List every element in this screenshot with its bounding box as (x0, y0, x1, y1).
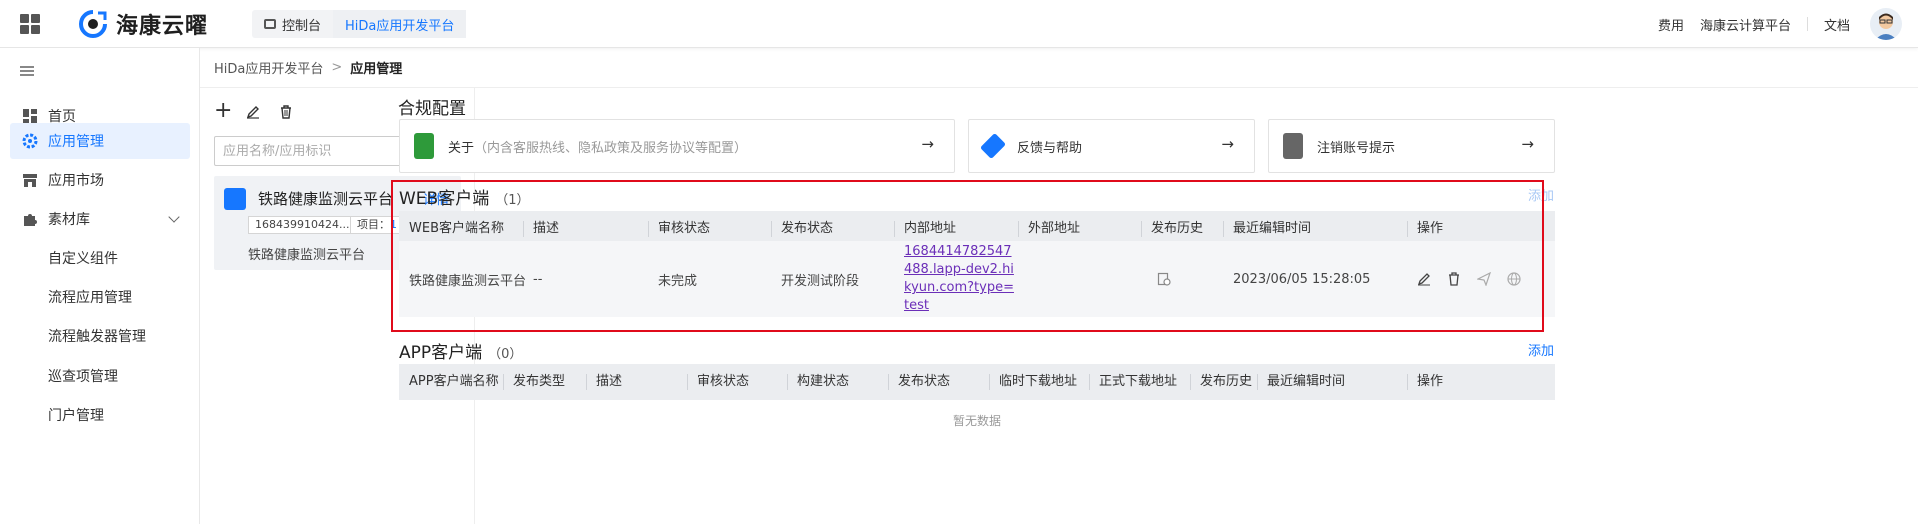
cell-name: 铁路健康监测云平台 (409, 273, 527, 289)
console-label: 控制台 (282, 18, 322, 34)
breadcrumb: HiDa应用开发平台 > 应用管理 (200, 48, 1918, 88)
cell-publish: 开发测试阶段 (781, 273, 860, 289)
deregister-label: 注销账号提示 (1317, 140, 1396, 156)
sidebar-sub-custom-components[interactable]: 自定义组件 (48, 248, 118, 268)
sidebar-item-label: 素材库 (48, 212, 90, 228)
brand-name: 海康云曜 (116, 14, 209, 39)
app-add-link[interactable]: 添加 (1528, 340, 1554, 359)
web-client-count: （1） (495, 193, 530, 208)
breadcrumb-current: 应用管理 (350, 62, 403, 77)
gear-icon (22, 133, 38, 149)
breadcrumb-parent[interactable]: HiDa应用开发平台 (214, 58, 323, 77)
about-card[interactable]: 关于（内含客服热线、隐私政策及服务协议等配置） → (399, 119, 955, 173)
info-icon (414, 133, 434, 159)
internal-address-link[interactable]: 1684414782547488.lapp-dev2.hikyun.com?ty… (904, 243, 1014, 315)
console-crumb[interactable]: 控制台 (252, 10, 333, 38)
col-official-download: 正式下载地址 (1089, 364, 1177, 400)
delete-icon[interactable] (1447, 272, 1461, 286)
puzzle-icon (24, 214, 37, 226)
avatar-icon (1875, 13, 1897, 40)
top-bar: 海康云曜 控制台 HiDa应用开发平台 费用 海康云计算平台 文档 (0, 0, 1918, 48)
app-grid-icon[interactable] (20, 14, 40, 34)
col-temp-download: 临时下载地址 (989, 364, 1077, 400)
col-app-edited: 最近编辑时间 (1257, 364, 1345, 400)
menu-collapse-icon[interactable] (20, 66, 34, 76)
top-right-links: 费用 海康云计算平台 文档 (1658, 0, 1918, 48)
top-breadcrumb: 控制台 HiDa应用开发平台 (252, 10, 467, 38)
history-icon[interactable] (1157, 272, 1171, 286)
app-table-header: APP客户端名称 发布类型 描述 审核状态 构建状态 发布状态 临时下载地址 正… (399, 364, 1555, 400)
edit-icon[interactable] (246, 105, 260, 119)
breadcrumb-separator-icon: > (331, 60, 343, 75)
col-app-review: 审核状态 (687, 364, 749, 400)
sidebar: 首页 应用管理 应用市场 素材库 自定义组件 流程应用管理 流程触发器管理 巡查… (0, 48, 200, 524)
project-label: 项目： (357, 218, 390, 231)
user-avatar[interactable] (1870, 8, 1902, 40)
logo-icon (79, 10, 107, 38)
cell-edited: 2023/06/05 15:28:05 (1233, 271, 1371, 287)
col-publish-type: 发布类型 (503, 364, 565, 400)
about-hint: （内含客服热线、隐私政策及服务协议等配置） (474, 140, 748, 156)
web-client-heading: WEB客户端 (399, 189, 490, 209)
app-name: 铁路健康监测云平台 (258, 190, 394, 208)
about-label: 关于 (448, 140, 475, 156)
sidebar-item-label: 应用管理 (48, 134, 104, 150)
cloud-platform-link[interactable]: 海康云计算平台 (1700, 15, 1791, 34)
app-description: 铁路健康监测云平台 (248, 248, 366, 263)
document-icon (1283, 133, 1303, 159)
brand-logo[interactable]: 海康云曜 (78, 9, 208, 39)
console-icon (264, 19, 276, 29)
send-icon[interactable] (1477, 272, 1491, 286)
feedback-label: 反馈与帮助 (1017, 140, 1083, 156)
col-app-actions: 操作 (1407, 364, 1443, 400)
app-client-count: （0） (488, 347, 523, 362)
table-row: 铁路健康监测云平台 -- 未完成 开发测试阶段 1684414782547488… (399, 241, 1555, 317)
billing-link[interactable]: 费用 (1658, 15, 1684, 34)
app-client-title: APP客户端 （0） (399, 338, 522, 363)
store-icon (23, 174, 37, 187)
web-client-title: WEB客户端 （1） (399, 184, 530, 209)
add-icon[interactable]: + (214, 98, 232, 123)
divider (1806, 17, 1808, 31)
compliance-title: 合规配置 (398, 99, 466, 119)
globe-icon[interactable] (1507, 272, 1521, 286)
arrow-right-icon: → (921, 135, 934, 153)
sidebar-item-materials[interactable]: 素材库 (10, 201, 190, 237)
sidebar-sub-inspection-items[interactable]: 巡查项管理 (48, 366, 118, 386)
project-count: 1 (390, 218, 397, 231)
app-client-heading: APP客户端 (399, 343, 483, 363)
sidebar-item-app-market[interactable]: 应用市场 (10, 162, 190, 198)
arrow-right-icon: → (1221, 135, 1234, 153)
sidebar-item-app-management[interactable]: 应用管理 (10, 123, 190, 159)
search-input[interactable] (215, 137, 425, 165)
sidebar-item-label: 应用市场 (48, 173, 104, 189)
project-count-tag: 项目：1 (350, 216, 404, 234)
dashboard-icon (23, 109, 37, 123)
arrow-right-icon: → (1521, 135, 1534, 153)
sidebar-sub-flow-triggers[interactable]: 流程触发器管理 (48, 326, 146, 346)
empty-state: 暂无数据 (952, 414, 1001, 428)
app-icon (224, 188, 246, 210)
compliance-cards: 关于（内含客服热线、隐私政策及服务协议等配置） → 反馈与帮助 → 注销账号提示… (399, 119, 1816, 173)
col-app-name: APP客户端名称 (409, 374, 499, 389)
platform-crumb[interactable]: HiDa应用开发平台 (333, 10, 467, 38)
cell-desc: -- (533, 271, 543, 287)
docs-link[interactable]: 文档 (1824, 15, 1850, 34)
col-app-desc: 描述 (586, 364, 622, 400)
sidebar-sub-flow-apps[interactable]: 流程应用管理 (48, 287, 132, 307)
help-icon (979, 132, 1007, 160)
col-build: 构建状态 (787, 364, 849, 400)
chevron-down-icon (168, 211, 180, 223)
deregister-card[interactable]: 注销账号提示 → (1268, 119, 1555, 173)
main-content: 合规配置 关于（内含客服热线、隐私政策及服务协议等配置） → 反馈与帮助 → 注… (398, 88, 1918, 524)
edit-icon[interactable] (1417, 272, 1431, 286)
app-id-tag: 168439910424... (248, 216, 357, 234)
delete-icon[interactable] (279, 105, 293, 119)
sidebar-sub-portal[interactable]: 门户管理 (48, 405, 104, 425)
web-add-link[interactable]: 添加 (1528, 185, 1554, 204)
cell-review: 未完成 (658, 273, 698, 289)
col-app-publish: 发布状态 (888, 364, 950, 400)
col-app-history: 发布历史 (1190, 364, 1252, 400)
feedback-card[interactable]: 反馈与帮助 → (968, 119, 1255, 173)
